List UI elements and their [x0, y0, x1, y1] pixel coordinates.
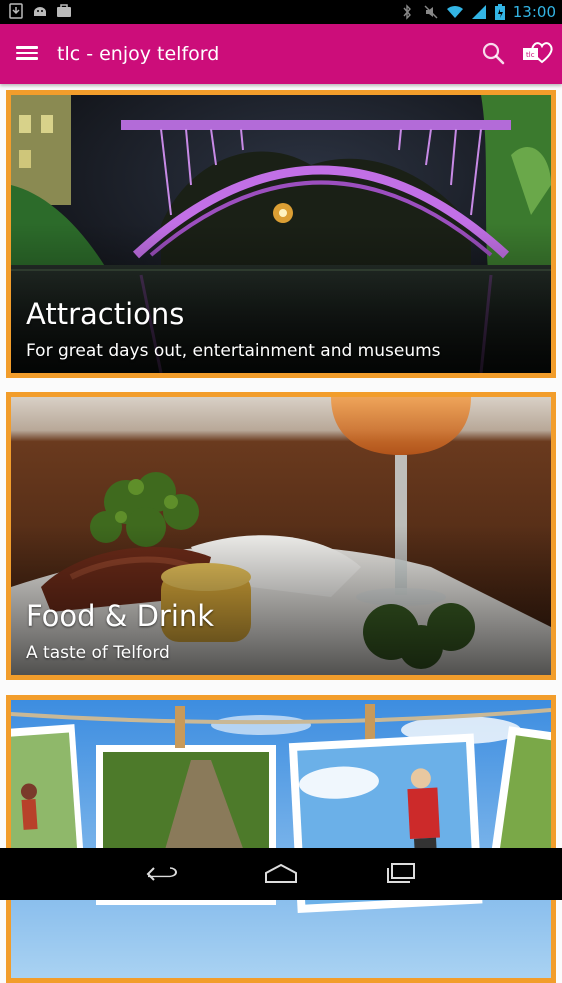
menu-icon: [16, 46, 38, 60]
menu-button[interactable]: [16, 43, 38, 65]
navigation-bar: [0, 848, 562, 900]
home-button[interactable]: [263, 862, 299, 886]
app-bar: tlc - enjoy telford tlc: [0, 24, 562, 84]
clothesline-photos-image: [11, 700, 551, 978]
card-attractions[interactable]: Attractions For great days out, entertai…: [6, 90, 556, 378]
status-bar: 13:00: [0, 0, 562, 24]
signal-icon: [471, 5, 486, 19]
card-outdoors[interactable]: [6, 695, 556, 983]
back-button[interactable]: [144, 862, 180, 886]
download-icon: [9, 3, 23, 19]
app-title: tlc - enjoy telford: [57, 43, 220, 65]
recents-icon: [387, 863, 415, 883]
system-icons: 13:00: [399, 0, 556, 24]
mute-icon: [424, 5, 438, 19]
back-icon: [146, 867, 177, 881]
briefcase-icon: [57, 4, 71, 17]
search-button[interactable]: [480, 40, 508, 68]
recents-button[interactable]: [383, 862, 419, 886]
bluetooth-icon: [403, 4, 411, 20]
search-icon: [482, 42, 505, 65]
wifi-icon: [446, 5, 463, 18]
card-subtitle: For great days out, entertainment and mu…: [26, 341, 441, 361]
svg-text:tlc: tlc: [526, 51, 535, 59]
battery-icon: [494, 4, 505, 20]
card-title: Attractions: [26, 297, 185, 331]
tlc-logo: tlc: [522, 40, 556, 64]
card-food-drink[interactable]: Food & Drink A taste of Telford: [6, 392, 556, 680]
card-subtitle: A taste of Telford: [26, 643, 170, 663]
android-icon: [34, 7, 46, 16]
home-icon: [265, 863, 297, 883]
tlc-heart-logo: tlc: [523, 42, 553, 64]
card-title: Food & Drink: [26, 599, 215, 633]
notification-icons: [8, 3, 72, 19]
status-time: 13:00: [512, 3, 556, 21]
